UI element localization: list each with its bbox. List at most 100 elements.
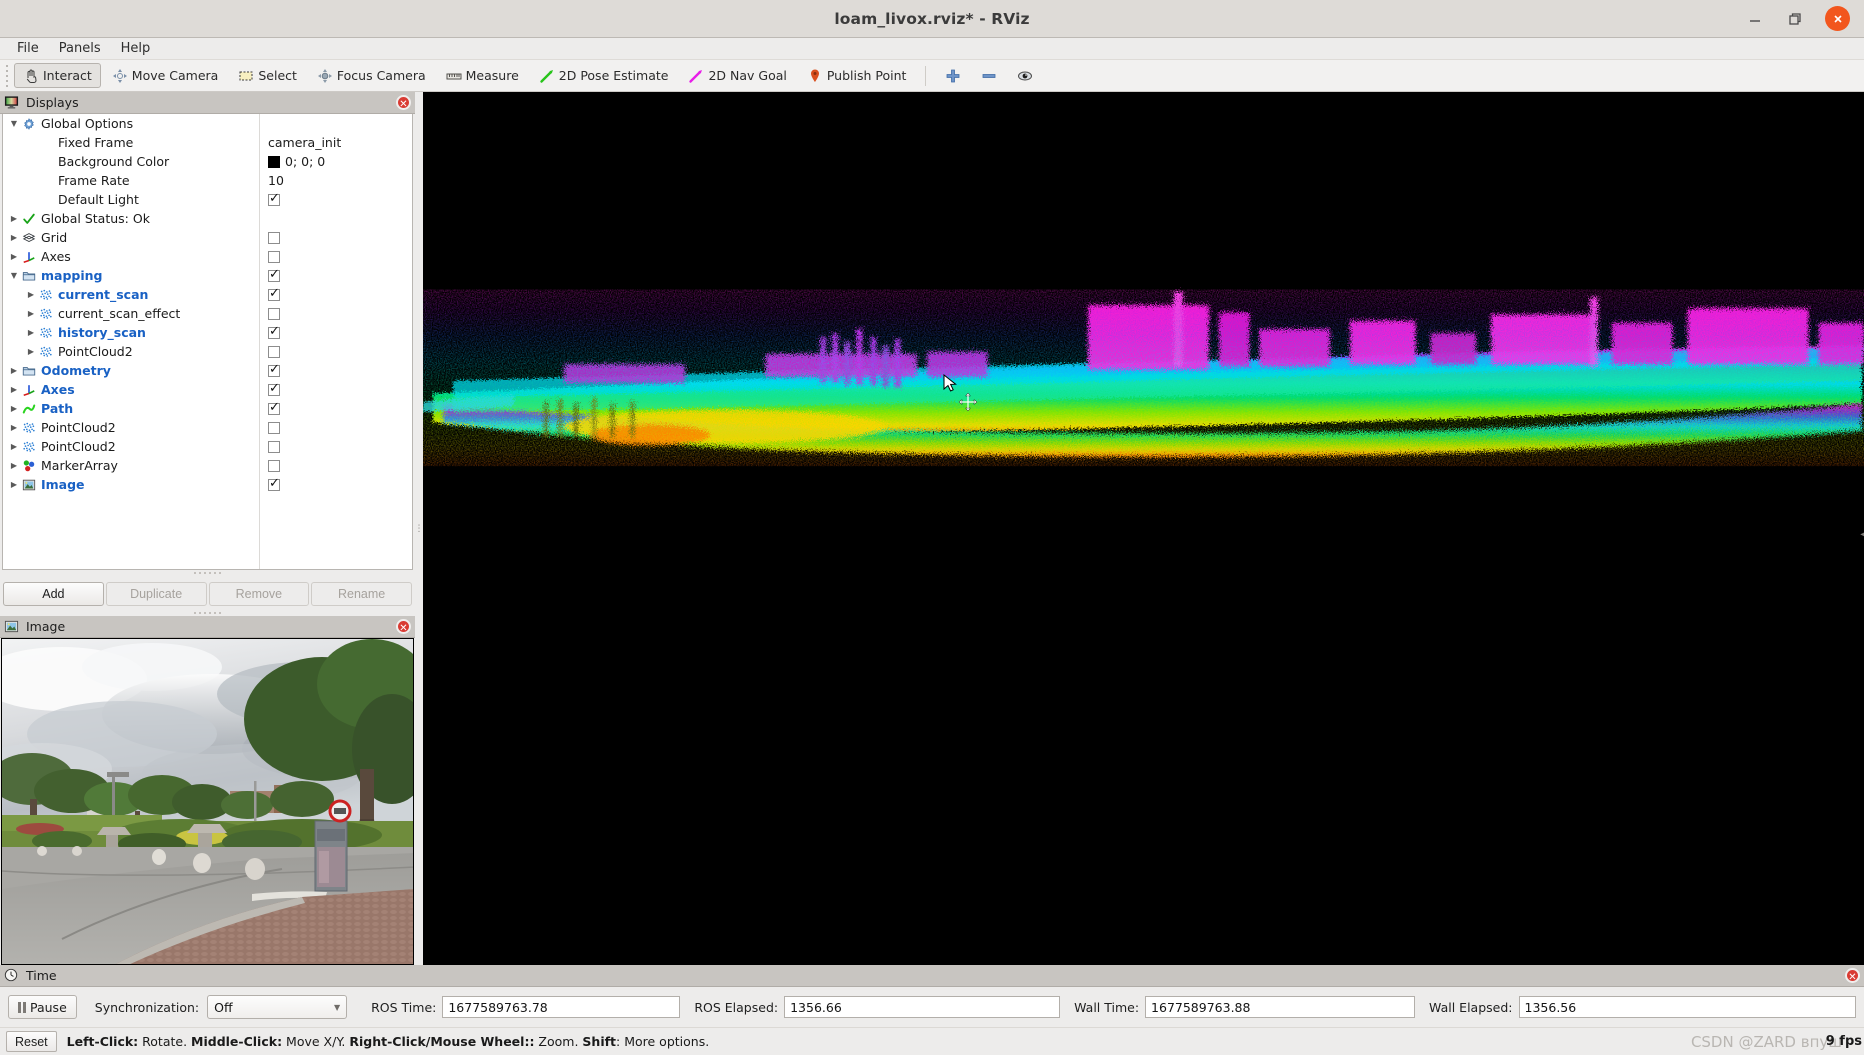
tree-row-value-cell[interactable] [259,247,412,266]
minimize-icon[interactable] [1745,9,1765,29]
chevron-right-icon[interactable] [7,214,21,223]
rename-button[interactable]: Rename [311,581,412,606]
tree-row-checkbox[interactable] [268,421,280,434]
display-tree-row-pointcloud2[interactable]: PointCloud2 [3,342,412,361]
display-tree-row-mapping[interactable]: mapping [3,266,412,285]
displays-panel-close-icon[interactable]: ✕ [396,95,411,110]
tool-measure[interactable]: Measure [437,63,528,88]
tree-row-value-cell[interactable]: camera_init [259,133,412,152]
zoom-in-button[interactable] [936,63,970,88]
chevron-down-icon[interactable] [7,271,21,280]
color-swatch[interactable] [268,155,280,168]
display-tree-row-global-options[interactable]: Global Options [3,114,412,133]
display-tree-row-default-light[interactable]: Default Light [3,190,412,209]
close-icon[interactable] [1825,6,1850,31]
tree-row-checkbox[interactable] [268,440,280,453]
tree-row-value-cell[interactable] [259,475,412,494]
display-tree-row-current-scan-effect[interactable]: current_scan_effect [3,304,412,323]
pause-button[interactable]: Pause [8,995,77,1019]
chevron-right-icon[interactable] [24,309,38,318]
tree-row-value-cell[interactable] [259,190,412,209]
display-tree-row-markerarray[interactable]: MarkerArray [3,456,412,475]
toolbar-grip[interactable] [4,64,12,87]
add-button[interactable]: Add [3,581,104,606]
wall-elapsed-input[interactable]: 1356.56 [1518,996,1856,1018]
chevron-right-icon[interactable] [7,385,21,394]
tree-row-checkbox[interactable] [268,476,280,491]
tool-2d-nav-goal[interactable]: 2D Nav Goal [679,63,795,88]
tree-row-value-cell[interactable] [259,361,412,380]
tool-move-camera[interactable]: Move Camera [103,63,228,88]
reset-button[interactable]: Reset [6,1031,57,1052]
chevron-right-icon[interactable] [7,404,21,413]
display-tree-row-grid[interactable]: Grid [3,228,412,247]
tool-interact[interactable]: Interact [14,63,101,88]
tree-row-checkbox[interactable] [268,459,280,472]
tree-row-checkbox[interactable] [268,381,280,396]
tree-row-checkbox[interactable] [268,231,280,244]
tree-row-value-cell[interactable] [259,323,412,342]
remove-button[interactable]: Remove [208,581,310,606]
chevron-right-icon[interactable] [7,233,21,242]
zoom-out-button[interactable] [972,63,1006,88]
display-tree-row-background-color[interactable]: Background Color 0; 0; 0 [3,152,412,171]
chevron-right-icon[interactable] [7,423,21,432]
chevron-right-icon[interactable] [7,252,21,261]
chevron-down-icon[interactable] [7,119,21,128]
tree-row-value-cell[interactable] [259,228,412,247]
display-tree-row-fixed-frame[interactable]: Fixed Frame camera_init [3,133,412,152]
tree-row-checkbox[interactable] [268,400,280,415]
tree-row-value-cell[interactable] [259,380,412,399]
tree-row-checkbox[interactable] [268,267,280,282]
display-tree-row-axes[interactable]: Axes [3,380,412,399]
tree-row-value-cell[interactable] [259,437,412,456]
tree-row-checkbox[interactable] [268,307,280,320]
tree-row-checkbox[interactable] [268,324,280,339]
display-tree-row-axes[interactable]: Axes [3,247,412,266]
tree-row-value-cell[interactable] [259,399,412,418]
tool-select[interactable]: Select [229,63,306,88]
chevron-right-icon[interactable] [24,328,38,337]
tool-publish-point[interactable]: Publish Point [798,63,916,88]
tree-row-value-cell[interactable] [259,304,412,323]
display-tree-row-pointcloud2[interactable]: PointCloud2 [3,437,412,456]
tree-row-value-cell[interactable] [259,342,412,361]
tool-2d-pose-estimate[interactable]: 2D Pose Estimate [530,63,678,88]
tree-row-value-cell[interactable]: 10 [259,171,412,190]
tree-row-checkbox[interactable] [268,286,280,301]
tool-focus-camera[interactable]: Focus Camera [308,63,435,88]
ros-time-input[interactable]: 1677589763.78 [442,996,681,1018]
image-panel-close-icon[interactable]: ✕ [396,619,411,634]
menu-help[interactable]: Help [112,39,160,58]
tree-row-checkbox[interactable] [268,362,280,377]
tree-row-value-cell[interactable] [259,266,412,285]
displays-tree[interactable]: Global Options Fixed Frame camera_init Back… [2,114,413,570]
display-tree-row-frame-rate[interactable]: Frame Rate 10 [3,171,412,190]
chevron-right-icon[interactable] [24,290,38,299]
tree-row-checkbox[interactable] [268,345,280,358]
time-panel-close-icon[interactable]: ✕ [1845,968,1860,983]
display-tree-row-odometry[interactable]: Odometry [3,361,412,380]
tree-row-checkbox[interactable] [268,191,280,206]
maximize-icon[interactable] [1785,9,1805,29]
display-tree-row-global-status-ok[interactable]: Global Status: Ok [3,209,412,228]
ros-elapsed-input[interactable]: 1356.66 [784,996,1061,1018]
wall-time-input[interactable]: 1677589763.88 [1145,996,1416,1018]
menu-panels[interactable]: Panels [50,39,110,58]
tree-row-value-cell[interactable] [259,418,412,437]
synchronization-select[interactable]: Off ▼ [207,995,348,1019]
tree-row-value-cell[interactable] [259,456,412,475]
3d-render-view[interactable]: ◀ [423,92,1864,965]
display-tree-row-history-scan[interactable]: history_scan [3,323,412,342]
tree-row-value-cell[interactable]: 0; 0; 0 [259,152,412,171]
display-tree-row-path[interactable]: Path [3,399,412,418]
tree-row-value-cell[interactable] [259,285,412,304]
horizontal-splitter[interactable]: ⋮ [415,92,424,965]
tree-row-value-cell[interactable] [259,114,412,133]
display-tree-row-pointcloud2[interactable]: PointCloud2 [3,418,412,437]
tree-row-checkbox[interactable] [268,250,280,263]
chevron-right-icon[interactable] [24,347,38,356]
duplicate-button[interactable]: Duplicate [105,581,207,606]
display-tree-row-current-scan[interactable]: current_scan [3,285,412,304]
visibility-button[interactable] [1008,63,1042,88]
